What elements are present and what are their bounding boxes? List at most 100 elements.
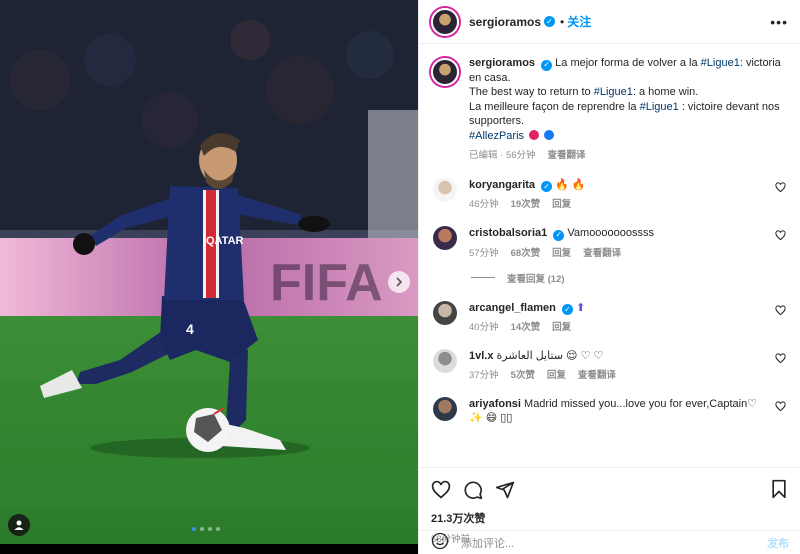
caption-body: sergioramos ✓ La mejor forma de volver a… bbox=[469, 56, 788, 164]
comment-item: arcangel_flamen ✓ ⬆ 40分钟 14次赞 回复 bbox=[431, 300, 788, 336]
comment-meta: 37分钟 5次赞 回复 查看翻译 bbox=[469, 369, 764, 383]
like-button[interactable] bbox=[431, 480, 451, 500]
caption-meta: 已编辑 · 56分钟 查看翻译 bbox=[469, 149, 788, 164]
header-separator: • bbox=[560, 14, 565, 29]
svg-text:4: 4 bbox=[186, 321, 194, 337]
action-icons bbox=[431, 476, 788, 504]
carousel-next-button[interactable] bbox=[388, 271, 410, 293]
author-username[interactable]: sergioramos bbox=[469, 15, 541, 29]
comment-like-button[interactable] bbox=[775, 305, 786, 319]
comment-button[interactable] bbox=[463, 480, 483, 500]
post-media: FIFA 4 QATAR bbox=[0, 0, 418, 554]
reply-button[interactable]: 回复 bbox=[552, 321, 571, 335]
comment-like-button[interactable] bbox=[775, 182, 786, 196]
bookmark-icon bbox=[772, 479, 786, 498]
caption-text-en: The best way to return to bbox=[469, 86, 594, 99]
comment-body: koryangarita ✓ 🔥 🔥 46分钟 19次赞 回复 bbox=[469, 178, 788, 213]
heart-icon bbox=[431, 480, 451, 499]
commenter-avatar[interactable] bbox=[433, 177, 457, 202]
comment-time: 40分钟 bbox=[469, 322, 499, 334]
hashtag-link[interactable]: #Ligue1 bbox=[640, 101, 679, 113]
comment-item: koryangarita ✓ 🔥 🔥 46分钟 19次赞 回复 bbox=[431, 177, 788, 213]
hashtag-link[interactable]: #Ligue1 bbox=[701, 57, 740, 69]
comment-meta: 46分钟 19次赞 回复 bbox=[469, 198, 764, 212]
verified-badge-icon: ✓ bbox=[541, 59, 553, 71]
view-replies-button[interactable]: 查看回复 (12) bbox=[471, 271, 788, 285]
comment-username[interactable]: koryangarita bbox=[469, 179, 535, 191]
heart-icon bbox=[775, 305, 786, 316]
replies-divider bbox=[471, 277, 495, 279]
comment-meta: 57分钟 68次赞 回复 查看翻译 bbox=[469, 247, 764, 261]
tagged-users-button[interactable] bbox=[8, 514, 30, 536]
likes-count[interactable]: 21.3万次赞 bbox=[431, 510, 788, 526]
comment-like-button[interactable] bbox=[775, 230, 786, 244]
comment-username[interactable]: 1vl.x bbox=[469, 350, 493, 362]
comment-likes[interactable]: 14次赞 bbox=[511, 321, 541, 335]
carousel-dot bbox=[208, 527, 212, 531]
author-avatar[interactable] bbox=[431, 7, 459, 36]
comment-item: ariyafonsi Madrid missed you...love you … bbox=[431, 397, 788, 425]
comment-body: 1vl.x ستايل العاشرة 😌 ♡ ♡ 37分钟 5次赞 回复 查看… bbox=[469, 349, 788, 383]
see-translation-link[interactable]: 查看翻译 bbox=[578, 369, 616, 383]
caption-text-en-end: : a home win. bbox=[632, 86, 699, 99]
caption-username[interactable]: sergioramos bbox=[469, 57, 535, 69]
add-comment-input[interactable]: 添加评论... bbox=[461, 535, 767, 551]
comment-text: Vamooooooossss bbox=[567, 227, 655, 240]
caption-text-fr: La meilleure façon de reprendre la bbox=[469, 100, 640, 113]
commenter-avatar[interactable] bbox=[433, 226, 457, 251]
reply-button[interactable]: 回复 bbox=[552, 247, 571, 261]
comment-time: 46分钟 bbox=[469, 199, 499, 211]
comment-like-button[interactable] bbox=[775, 401, 786, 415]
emoji-icon bbox=[431, 532, 449, 550]
comment-likes[interactable]: 5次赞 bbox=[511, 369, 535, 383]
verified-badge-icon: ✓ bbox=[553, 229, 565, 241]
verified-badge-icon: ✓ bbox=[541, 181, 553, 193]
emoji-button[interactable] bbox=[431, 532, 449, 553]
red-circle-icon bbox=[529, 129, 540, 140]
comment-body: ariyafonsi Madrid missed you...love you … bbox=[469, 397, 788, 425]
post-photo[interactable]: FIFA 4 QATAR bbox=[0, 0, 418, 544]
comment-icon bbox=[464, 481, 483, 500]
comment-text: ستايل العاشرة 😌 ♡ ♡ bbox=[496, 350, 604, 363]
post-sidebar: sergioramos ✓ • 关注 ••• sergioramos ✓ La … bbox=[418, 0, 800, 554]
commenter-avatar[interactable] bbox=[433, 349, 457, 374]
player-photo-illustration: FIFA 4 QATAR bbox=[0, 0, 418, 544]
see-translation-link[interactable]: 查看翻译 bbox=[583, 247, 621, 261]
verified-badge-icon: ✓ bbox=[544, 16, 556, 27]
post-header: sergioramos ✓ • 关注 ••• bbox=[419, 0, 800, 44]
comments-list[interactable]: sergioramos ✓ La mejor forma de volver a… bbox=[419, 44, 800, 467]
reply-button[interactable]: 回复 bbox=[552, 198, 571, 212]
comment-username[interactable]: arcangel_flamen bbox=[469, 302, 556, 314]
comment-item: cristobalsoria1 ✓ Vamooooooossss 57分钟 68… bbox=[431, 226, 788, 261]
comment-body: cristobalsoria1 ✓ Vamooooooossss 57分钟 68… bbox=[469, 226, 788, 261]
caption-text-es: La mejor forma de volver a la bbox=[555, 57, 701, 69]
see-translation-link[interactable]: 查看翻译 bbox=[548, 149, 586, 164]
post-dialog: FIFA 4 QATAR sergioramos ✓ • 关注 ••• serg… bbox=[0, 0, 800, 554]
caption-avatar[interactable] bbox=[431, 58, 459, 86]
more-options-icon[interactable]: ••• bbox=[770, 14, 788, 30]
comment-likes[interactable]: 19次赞 bbox=[511, 198, 541, 212]
person-icon bbox=[14, 520, 24, 530]
svg-text:FIFA: FIFA bbox=[270, 254, 383, 312]
post-caption: sergioramos ✓ La mejor forma de volver a… bbox=[431, 56, 788, 164]
comment-meta: 40分钟 14次赞 回复 bbox=[469, 321, 764, 335]
comment-username[interactable]: ariyafonsi bbox=[469, 398, 521, 410]
commenter-avatar[interactable] bbox=[433, 300, 457, 325]
follow-button[interactable]: 关注 bbox=[567, 13, 591, 30]
comment-item: 1vl.x ستايل العاشرة 😌 ♡ ♡ 37分钟 5次赞 回复 查看… bbox=[431, 349, 788, 383]
heart-icon bbox=[775, 353, 786, 364]
caption-edited-time: 已编辑 · 56分钟 bbox=[469, 150, 536, 162]
post-comment-button[interactable]: 发布 bbox=[767, 535, 789, 551]
carousel-dot bbox=[216, 527, 220, 531]
hashtag-link[interactable]: #Ligue1 bbox=[594, 86, 633, 98]
share-button[interactable] bbox=[495, 480, 515, 500]
hashtag-link[interactable]: #AllezParis bbox=[469, 130, 524, 142]
comment-likes[interactable]: 68次赞 bbox=[511, 247, 541, 261]
comment-username[interactable]: cristobalsoria1 bbox=[469, 227, 547, 239]
comment-like-button[interactable] bbox=[775, 353, 786, 367]
svg-text:QATAR: QATAR bbox=[206, 235, 244, 247]
save-button[interactable] bbox=[770, 479, 788, 502]
reply-button[interactable]: 回复 bbox=[547, 369, 566, 383]
commenter-avatar[interactable] bbox=[433, 397, 457, 422]
view-replies-label: 查看回复 (12) bbox=[507, 273, 565, 285]
